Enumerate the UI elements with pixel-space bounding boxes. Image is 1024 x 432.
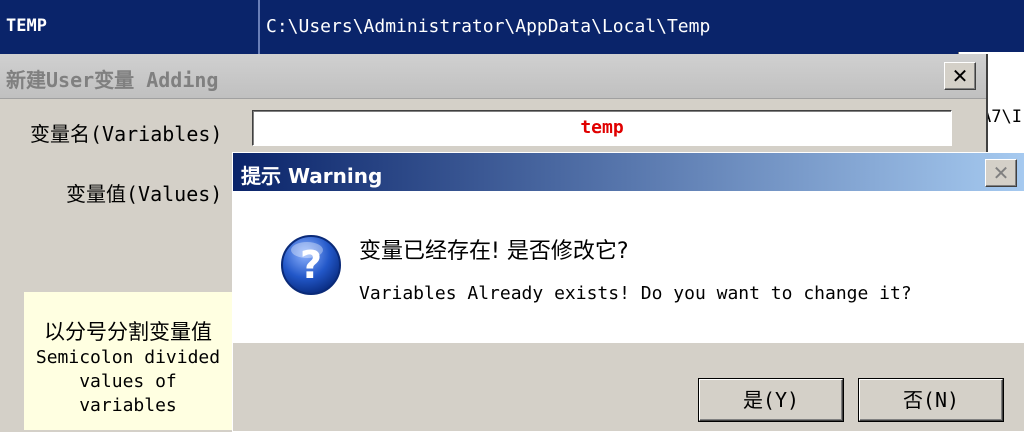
svg-text:?: ? [300, 243, 322, 287]
question-icon: ? [281, 235, 341, 295]
variable-name-label: 变量名(Variables) [30, 122, 223, 146]
variable-value-label: 变量值(Values) [66, 182, 223, 206]
warning-dialog: 提示 Warning ✕ ? 变量已经存在! 是否修改它? Variables … [232, 152, 1024, 432]
warning-message-zh: 变量已经存在! 是否修改它? [359, 239, 629, 264]
add-dialog-title: 新建User变量 Adding [6, 68, 219, 92]
yes-button[interactable]: 是(Y) [699, 379, 843, 421]
env-var-row-selected[interactable]: TEMP C:\Users\Administrator\AppData\Loca… [0, 0, 1024, 54]
add-dialog-titlebar[interactable]: 新建User变量 Adding ✕ [0, 54, 986, 99]
hint-text-zh: 以分号分割变量值 [44, 320, 212, 344]
hint-text-en-line2: values of [79, 371, 177, 392]
variable-name-input[interactable]: temp [252, 110, 952, 146]
close-icon: ✕ [951, 64, 969, 88]
warning-message-en: Variables Already exists! Do you want to… [359, 283, 912, 304]
warning-title: 提示 Warning [241, 164, 383, 188]
hint-text-en-line1: Semicolon divided [35, 347, 221, 368]
hint-text-en-line3: variables [79, 395, 177, 416]
env-var-value: C:\Users\Administrator\AppData\Local\Tem… [266, 16, 711, 37]
warning-close-button[interactable]: ✕ [985, 159, 1017, 187]
warning-titlebar[interactable]: 提示 Warning ✕ [233, 153, 1024, 191]
close-icon: ✕ [992, 161, 1010, 185]
env-var-name: TEMP [6, 16, 47, 36]
hint-box: 以分号分割变量值 Semicolon divided values of var… [24, 292, 232, 430]
no-button[interactable]: 否(N) [859, 379, 1003, 421]
warning-body: ? 变量已经存在! 是否修改它? Variables Already exist… [233, 191, 1024, 343]
close-button[interactable]: ✕ [944, 62, 976, 90]
column-divider [258, 0, 260, 54]
